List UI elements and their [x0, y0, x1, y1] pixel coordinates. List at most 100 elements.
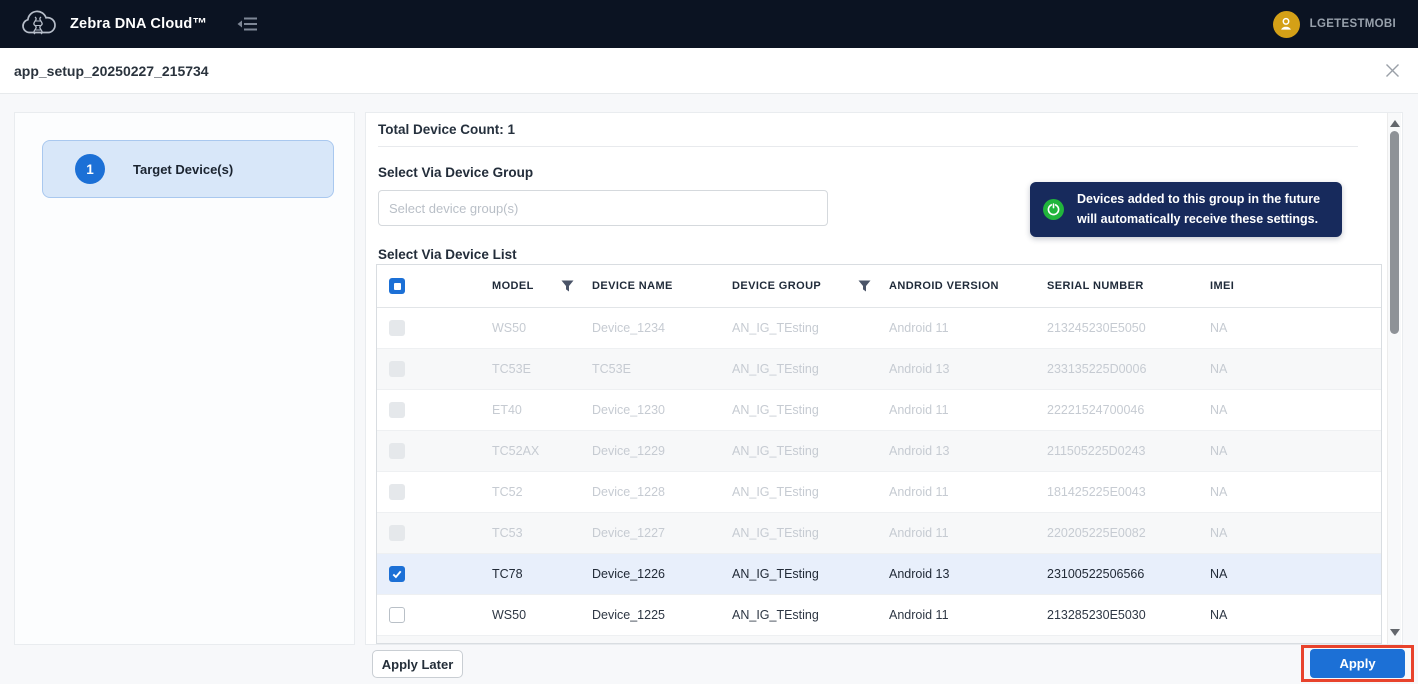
table-row[interactable]: TC52AX Device_1229 AN_IG_TEsting Android…	[377, 431, 1381, 472]
table-row[interactable]: TC78 Device_1226 AN_IG_TEsting Android 1…	[377, 554, 1381, 595]
row-checkbox[interactable]	[389, 566, 405, 582]
cell-android-version: Android 13	[889, 444, 950, 458]
cell-imei: NA	[1210, 608, 1228, 622]
cell-device-name: Device_1228	[592, 485, 665, 499]
cell-serial-number: 22221524700046	[1047, 403, 1145, 417]
divider	[378, 146, 1358, 147]
cell-device-name: Device_1234	[592, 321, 665, 335]
step-target-devices[interactable]: 1 Target Device(s)	[42, 140, 334, 198]
cell-device-name: Device_1227	[592, 526, 665, 540]
cell-android-version: Android 11	[889, 321, 949, 335]
dialog-title-bar: app_setup_20250227_215734	[0, 48, 1418, 94]
menu-open-icon[interactable]	[237, 16, 258, 32]
cell-device-group: AN_IG_TEsting	[732, 321, 819, 335]
cell-device-name: Device_1230	[592, 403, 665, 417]
cell-android-version: Android 11	[889, 608, 949, 622]
cell-serial-number: 213285230E5030	[1047, 608, 1146, 622]
cell-device-group: AN_IG_TEsting	[732, 444, 819, 458]
user-avatar[interactable]	[1272, 10, 1300, 38]
cell-android-version: Android 13	[889, 567, 950, 581]
cell-serial-number: 220205225E0082	[1047, 526, 1146, 540]
table-row[interactable]: TC53E TC53E AN_IG_TEsting Android 13 233…	[377, 349, 1381, 390]
select-via-device-group-label: Select Via Device Group	[378, 165, 534, 180]
cell-imei: NA	[1210, 403, 1228, 417]
apply-button[interactable]: Apply	[1310, 649, 1405, 678]
device-table-body: WS50 Device_1234 AN_IG_TEsting Android 1…	[377, 308, 1381, 643]
steps-panel: 1 Target Device(s)	[14, 112, 355, 645]
row-checkbox	[389, 525, 405, 541]
cell-serial-number: 211505225D0243	[1047, 444, 1146, 458]
select-via-device-list-label: Select Via Device List	[378, 247, 517, 262]
cell-imei: NA	[1210, 321, 1228, 335]
scrollbar-up-arrow[interactable]	[1390, 120, 1400, 127]
cell-model: TC52	[492, 485, 523, 499]
cell-imei: NA	[1210, 567, 1228, 581]
apply-later-button[interactable]: Apply Later	[372, 650, 463, 678]
table-row[interactable]: WS50 Device_1225 AN_IG_TEsting Android 1…	[377, 595, 1381, 636]
cell-model: TC53E	[492, 362, 531, 376]
page-title: app_setup_20250227_215734	[14, 62, 209, 79]
cell-serial-number: 181425225E0043	[1047, 485, 1146, 499]
cell-android-version: Android 11	[889, 526, 949, 540]
cell-model: TC52AX	[492, 444, 540, 458]
row-checkbox[interactable]	[389, 607, 405, 623]
cell-device-name: Device_1226	[592, 567, 665, 581]
column-header-device-name: DEVICE NAME	[592, 280, 673, 292]
select-all-checkbox[interactable]	[389, 278, 405, 294]
table-row[interactable]: TC52 Device_1228 AN_IG_TEsting Android 1…	[377, 472, 1381, 513]
cell-android-version: Android 13	[889, 362, 950, 376]
cell-imei: NA	[1210, 485, 1228, 499]
cell-device-group: AN_IG_TEsting	[732, 403, 819, 417]
filter-icon-model[interactable]	[561, 280, 574, 292]
table-row[interactable]: TC53 Device_1227 AN_IG_TEsting Android 1…	[377, 513, 1381, 554]
dialog-body: 1 Target Device(s) Total Device Count: 1…	[0, 94, 1418, 684]
row-checkbox	[389, 320, 405, 336]
step-label: Target Device(s)	[133, 161, 234, 177]
cell-device-name: Device_1225	[592, 608, 665, 622]
cell-serial-number: 23100522506566	[1047, 567, 1145, 581]
scrollbar-down-arrow[interactable]	[1390, 629, 1400, 636]
table-row[interactable]: WS50 Device_1234 AN_IG_TEsting Android 1…	[377, 308, 1381, 349]
content-panel: Total Device Count: 1 Select Via Device …	[365, 112, 1403, 645]
close-icon[interactable]	[1385, 63, 1400, 78]
cell-serial-number: 213245230E5050	[1047, 321, 1146, 335]
tooltip-text: Devices added to this group in the futur…	[1077, 192, 1321, 226]
app-title: Zebra DNA Cloud™	[70, 16, 208, 32]
scrollbar[interactable]	[1387, 113, 1401, 644]
column-header-model: MODEL	[492, 280, 534, 292]
cell-android-version: Android 11	[889, 403, 949, 417]
cell-model: TC53	[492, 526, 523, 540]
cell-device-group: AN_IG_TEsting	[732, 608, 819, 622]
cell-device-group: AN_IG_TEsting	[732, 567, 819, 581]
column-header-serial-number: SERIAL NUMBER	[1047, 280, 1144, 292]
table-row[interactable]: ET40 Device_1230 AN_IG_TEsting Android 1…	[377, 390, 1381, 431]
annotation-highlight: Apply	[1301, 645, 1414, 682]
row-checkbox	[389, 484, 405, 500]
device-group-input[interactable]	[378, 190, 828, 226]
info-power-icon	[1043, 199, 1064, 220]
cell-imei: NA	[1210, 362, 1228, 376]
cell-imei: NA	[1210, 526, 1228, 540]
cell-device-name: TC53E	[592, 362, 631, 376]
row-checkbox	[389, 361, 405, 377]
column-header-device-group: DEVICE GROUP	[732, 280, 822, 292]
column-header-android-version: ANDROID VERSION	[889, 280, 999, 292]
group-info-tooltip: Devices added to this group in the futur…	[1030, 182, 1342, 237]
device-table-header: MODEL DEVICE NAME DEVICE GROUP ANDROID V…	[377, 265, 1381, 308]
filter-icon-device-group[interactable]	[858, 280, 871, 292]
cell-model: WS50	[492, 608, 527, 622]
column-header-imei: IMEI	[1210, 280, 1235, 292]
cell-model: TC78	[492, 567, 523, 581]
user-name: LGETESTMOBI	[1309, 18, 1396, 30]
cell-serial-number: 233135225D0006	[1047, 362, 1147, 376]
row-checkbox	[389, 402, 405, 418]
table-row[interactable]: TC52AX TC52AX Android 14 211475225D0057 …	[377, 636, 1381, 643]
cell-device-group: AN_IG_TEsting	[732, 526, 819, 540]
scrollbar-thumb[interactable]	[1390, 131, 1399, 334]
total-device-count: Total Device Count: 1	[378, 122, 516, 137]
cell-imei: NA	[1210, 444, 1228, 458]
device-table: MODEL DEVICE NAME DEVICE GROUP ANDROID V…	[376, 264, 1382, 644]
row-checkbox	[389, 443, 405, 459]
zebra-dna-cloud-logo	[22, 10, 56, 35]
cell-model: WS50	[492, 321, 527, 335]
